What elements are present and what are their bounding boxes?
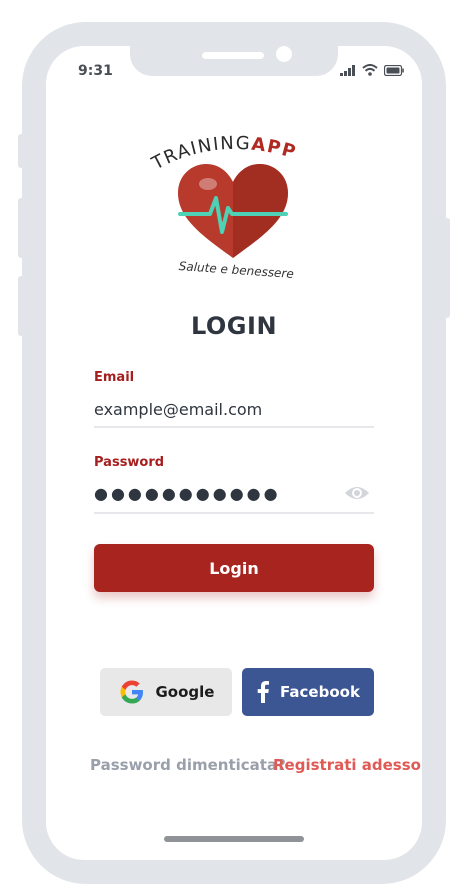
logo-brand-app: APP [250,134,299,164]
wifi-icon [362,64,378,76]
forgot-password-link[interactable]: Password dimenticata? [90,756,286,774]
phone-screen: 9:31 TRAININGAPP Salute e benessere LOGI… [46,46,422,860]
register-link[interactable]: Registrati adesso [273,756,421,774]
status-icons [340,64,404,76]
email-field[interactable]: example@email.com [94,400,374,419]
google-login-button[interactable]: Google [100,668,232,716]
facebook-button-label: Facebook [280,683,360,701]
login-button-label: Login [209,558,259,578]
status-time: 9:31 [78,63,113,79]
logo-tagline: Salute e benessere [178,259,294,278]
login-button[interactable]: Login [94,544,374,592]
facebook-icon [257,681,270,703]
phone-side-button-left-3 [18,276,24,336]
password-field[interactable]: ●●●●●●●●●●● [94,484,374,503]
password-label: Password [94,455,165,470]
eye-icon[interactable] [344,484,370,502]
notch [130,46,338,76]
facebook-login-button[interactable]: Facebook [242,668,374,716]
phone-side-button-left-2 [18,198,24,258]
page-title: LOGIN [190,312,278,340]
front-camera [276,46,292,62]
speaker-grille [202,52,264,59]
google-icon [120,680,143,704]
phone-side-button-right [444,218,450,318]
battery-icon [384,64,404,76]
email-underline [94,426,374,428]
home-indicator [164,836,304,842]
phone-side-button-left-1 [18,134,24,168]
email-label: Email [94,370,135,385]
training-app-logo: TRAININGAPP Salute e benessere [148,133,299,278]
svg-text:TRAININGAPP: TRAININGAPP [148,133,299,175]
google-button-label: Google [155,683,215,701]
signal-icon [340,64,355,76]
password-underline [94,512,374,514]
